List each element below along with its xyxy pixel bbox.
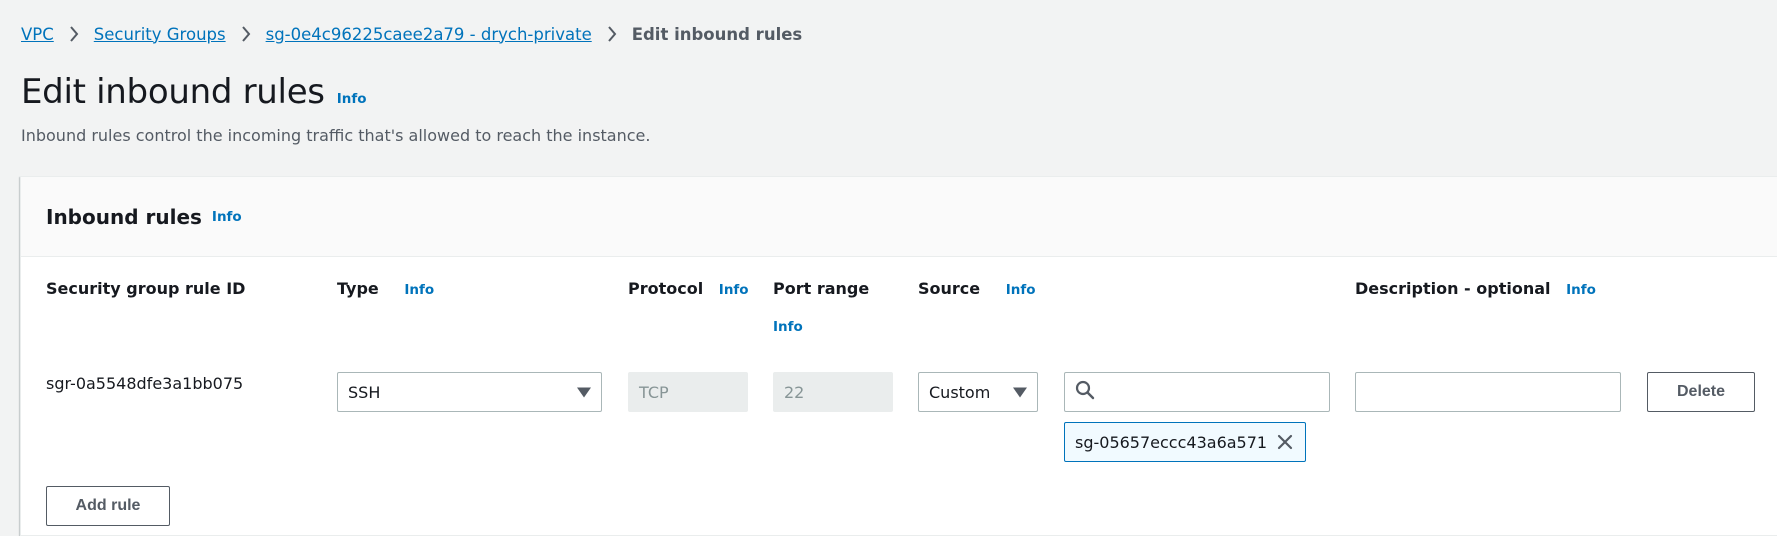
page-description: Inbound rules control the incoming traff… xyxy=(21,126,651,145)
source-type-select[interactable]: Custom xyxy=(918,372,1038,412)
column-header-type: Type Info xyxy=(337,279,434,298)
column-label: Type xyxy=(337,279,379,298)
page-header: Edit inbound rules Info xyxy=(21,72,367,112)
rule-id: sgr-0a5548dfe3a1bb075 xyxy=(46,374,244,393)
breadcrumb-current: Edit inbound rules xyxy=(631,24,803,44)
column-label: Security group rule ID xyxy=(46,279,246,298)
breadcrumb-vpc[interactable]: VPC xyxy=(21,25,54,44)
protocol-info-link[interactable]: Info xyxy=(719,282,749,298)
column-label: Description - optional xyxy=(1355,279,1551,298)
inbound-rules-panel: Inbound rules Info Security group rule I… xyxy=(20,176,1777,536)
page-info-link[interactable]: Info xyxy=(337,91,367,107)
column-header-source: Source Info xyxy=(918,279,1036,298)
caret-down-icon xyxy=(1013,383,1027,402)
source-token: sg-05657eccc43a6a571 xyxy=(1064,422,1306,462)
type-info-link[interactable]: Info xyxy=(404,282,434,298)
column-label: Protocol xyxy=(628,279,704,298)
source-token-label: sg-05657eccc43a6a571 xyxy=(1075,432,1268,452)
panel-header: Inbound rules Info xyxy=(21,177,1777,257)
source-search-input[interactable] xyxy=(1064,372,1330,412)
column-header-port-range: Port range xyxy=(773,279,869,298)
breadcrumb-security-groups[interactable]: Security Groups xyxy=(94,25,226,44)
port-range-info-link[interactable]: Info xyxy=(773,319,803,335)
type-select[interactable]: SSH xyxy=(337,372,602,412)
type-select-value: SSH xyxy=(348,382,381,402)
source-info-link[interactable]: Info xyxy=(1006,282,1036,298)
description-input[interactable] xyxy=(1355,372,1621,412)
close-icon[interactable] xyxy=(1277,434,1293,450)
add-rule-button[interactable]: Add rule xyxy=(46,486,170,526)
protocol-value: TCP xyxy=(639,382,669,402)
chevron-right-icon xyxy=(226,26,266,42)
port-range-value: 22 xyxy=(784,382,805,402)
delete-rule-button[interactable]: Delete xyxy=(1647,372,1755,412)
column-label: Source xyxy=(918,279,981,298)
port-range-field: 22 xyxy=(773,372,893,412)
page-title: Edit inbound rules xyxy=(21,72,325,112)
column-label: Port range xyxy=(773,279,870,298)
panel-info-link[interactable]: Info xyxy=(212,209,242,225)
column-header-protocol: Protocol Info xyxy=(628,279,749,298)
chevron-right-icon xyxy=(54,26,94,42)
description-info-link[interactable]: Info xyxy=(1566,282,1596,298)
chevron-right-icon xyxy=(592,26,632,42)
breadcrumb: VPC Security Groups sg-0e4c96225caee2a79… xyxy=(21,22,802,46)
breadcrumb-security-group[interactable]: sg-0e4c96225caee2a79 - drych-private xyxy=(266,25,592,44)
source-type-value: Custom xyxy=(929,382,991,402)
protocol-field: TCP xyxy=(628,372,748,412)
column-header-description: Description - optional Info xyxy=(1355,279,1596,298)
caret-down-icon xyxy=(577,383,591,402)
column-header-rule-id: Security group rule ID xyxy=(46,279,245,298)
search-icon xyxy=(1075,380,1095,404)
panel-title: Inbound rules xyxy=(46,204,202,229)
